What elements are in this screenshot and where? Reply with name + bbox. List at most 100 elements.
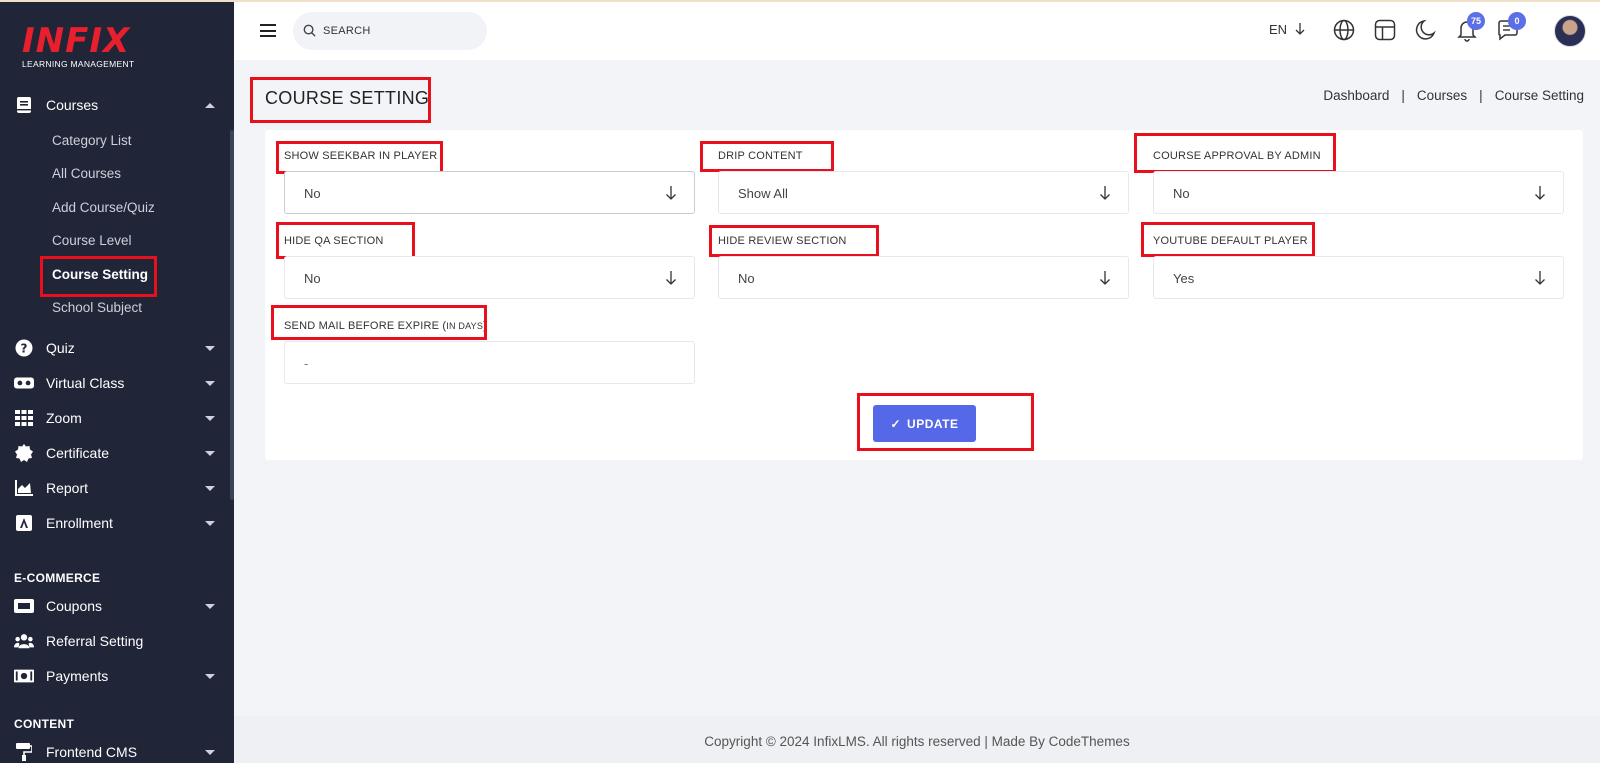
language-label: EN — [1269, 22, 1288, 37]
highlight-box — [271, 305, 487, 340]
logo-text: INFIX — [22, 21, 131, 61]
sidebar-item-enrollment[interactable]: Enrollment — [0, 508, 230, 538]
select-value: Show All — [738, 186, 788, 201]
brand-logo[interactable]: INFIX LEARNING MANAGEMENT — [22, 24, 142, 72]
sidebar-item-payments[interactable]: Payments — [0, 661, 230, 691]
caret-down-icon — [205, 485, 215, 491]
arrow-down-icon — [1295, 23, 1305, 35]
notifications-button[interactable]: 75 — [1455, 12, 1485, 42]
highlight-box — [250, 77, 431, 123]
message-count-badge: 0 — [1508, 12, 1526, 30]
sidebar-subitem-school-subject[interactable]: School Subject — [52, 300, 142, 315]
select-value: No — [1173, 186, 1190, 201]
sidebar-item-label: Frontend CMS — [46, 744, 138, 760]
sidebar-item-report[interactable]: Report — [0, 473, 230, 503]
hamburger-menu-icon[interactable] — [260, 24, 276, 37]
certificate-badge-icon — [14, 443, 34, 463]
user-avatar[interactable] — [1554, 15, 1586, 47]
select-value: No — [304, 271, 321, 286]
sidebar-item-zoom[interactable]: Zoom — [0, 403, 230, 433]
paint-roller-icon — [14, 742, 34, 762]
question-circle-icon: ? — [14, 338, 34, 358]
moon-icon[interactable] — [1414, 18, 1438, 42]
search-icon — [303, 24, 316, 37]
language-selector[interactable]: EN — [1269, 22, 1305, 37]
sidebar-item-courses[interactable]: Courses — [0, 90, 230, 120]
ticket-icon — [14, 596, 34, 616]
highlight-box — [1134, 133, 1336, 173]
select-value: No — [738, 271, 755, 286]
search-input[interactable] — [323, 21, 473, 41]
money-bill-icon — [14, 666, 34, 686]
sidebar-item-certificate[interactable]: Certificate — [0, 438, 230, 468]
sidebar: INFIX LEARNING MANAGEMENT Courses Catego… — [0, 2, 234, 763]
caret-down-icon — [205, 603, 215, 609]
sidebar-item-label: Referral Setting — [46, 633, 144, 649]
arrow-down-icon — [1100, 271, 1110, 285]
svg-text:?: ? — [21, 342, 28, 356]
arrow-down-icon — [1535, 186, 1545, 200]
sidebar-subitem-add-course-quiz[interactable]: Add Course/Quiz — [52, 200, 155, 215]
send-mail-days-input[interactable] — [304, 354, 674, 372]
breadcrumb-separator: | — [1401, 88, 1405, 103]
sidebar-item-label: Payments — [46, 668, 109, 684]
hide-qa-select[interactable]: No — [284, 256, 695, 299]
vr-headset-icon — [14, 373, 34, 393]
notification-count-badge: 75 — [1467, 12, 1485, 30]
book-icon — [14, 95, 34, 115]
section-heading-content: CONTENT — [14, 717, 75, 731]
sidebar-item-coupons[interactable]: Coupons — [0, 591, 230, 621]
arrow-down-icon — [666, 186, 676, 200]
sidebar-item-label: Coupons — [46, 598, 103, 614]
send-mail-days-field — [284, 341, 695, 384]
highlight-box — [276, 141, 443, 174]
sidebar-item-label: Virtual Class — [46, 375, 125, 391]
sidebar-scrollbar[interactable] — [230, 130, 234, 500]
breadcrumb: Dashboard | Courses | Course Setting — [1323, 88, 1584, 103]
select-value: No — [304, 186, 321, 201]
select-value: Yes — [1173, 271, 1195, 286]
show-seekbar-select[interactable]: No — [284, 171, 695, 214]
logo-tagline: LEARNING MANAGEMENT — [22, 59, 135, 69]
breadcrumb-current: Course Setting — [1494, 88, 1584, 103]
sidebar-item-label: Zoom — [46, 410, 82, 426]
caret-down-icon — [205, 380, 215, 386]
caret-down-icon — [205, 415, 215, 421]
globe-icon[interactable] — [1332, 18, 1356, 42]
sidebar-item-label: Certificate — [46, 445, 110, 461]
hide-review-select[interactable]: No — [718, 256, 1129, 299]
sidebar-subitem-course-level[interactable]: Course Level — [52, 233, 132, 248]
area-chart-icon — [14, 478, 34, 498]
sidebar-subitem-all-courses[interactable]: All Courses — [52, 166, 121, 181]
search-bar — [293, 12, 487, 50]
highlight-box — [709, 225, 879, 257]
sidebar-item-label: Report — [46, 480, 89, 496]
sidebar-subitem-category-list[interactable]: Category List — [52, 133, 132, 148]
arrow-down-icon — [666, 271, 676, 285]
highlight-box — [40, 256, 157, 297]
breadcrumb-courses[interactable]: Courses — [1417, 88, 1467, 103]
drip-content-select[interactable]: Show All — [718, 171, 1129, 214]
course-approval-select[interactable]: No — [1153, 171, 1564, 214]
caret-down-icon — [205, 450, 215, 456]
grid-icon — [14, 408, 34, 428]
caret-down-icon — [205, 749, 215, 755]
youtube-player-select[interactable]: Yes — [1153, 256, 1564, 299]
sidebar-item-label: Enrollment — [46, 515, 113, 531]
caret-down-icon — [205, 673, 215, 679]
caret-up-icon — [205, 102, 215, 108]
sidebar-item-label: Quiz — [46, 340, 75, 356]
layout-icon[interactable] — [1373, 18, 1397, 42]
highlight-box — [1141, 222, 1315, 257]
enrollment-icon — [14, 513, 34, 533]
messages-button[interactable]: 0 — [1496, 12, 1526, 42]
breadcrumb-dashboard[interactable]: Dashboard — [1323, 88, 1389, 103]
highlight-box — [276, 222, 415, 259]
sidebar-item-frontend-cms[interactable]: Frontend CMS — [0, 737, 230, 763]
sidebar-item-quiz[interactable]: ? Quiz — [0, 333, 230, 363]
footer-copyright: Copyright © 2024 InfixLMS. All rights re… — [704, 734, 1130, 749]
sidebar-item-referral-setting[interactable]: Referral Setting — [0, 626, 230, 656]
arrow-down-icon — [1100, 186, 1110, 200]
section-heading-ecommerce: E-COMMERCE — [14, 571, 101, 585]
sidebar-item-virtual-class[interactable]: Virtual Class — [0, 368, 230, 398]
